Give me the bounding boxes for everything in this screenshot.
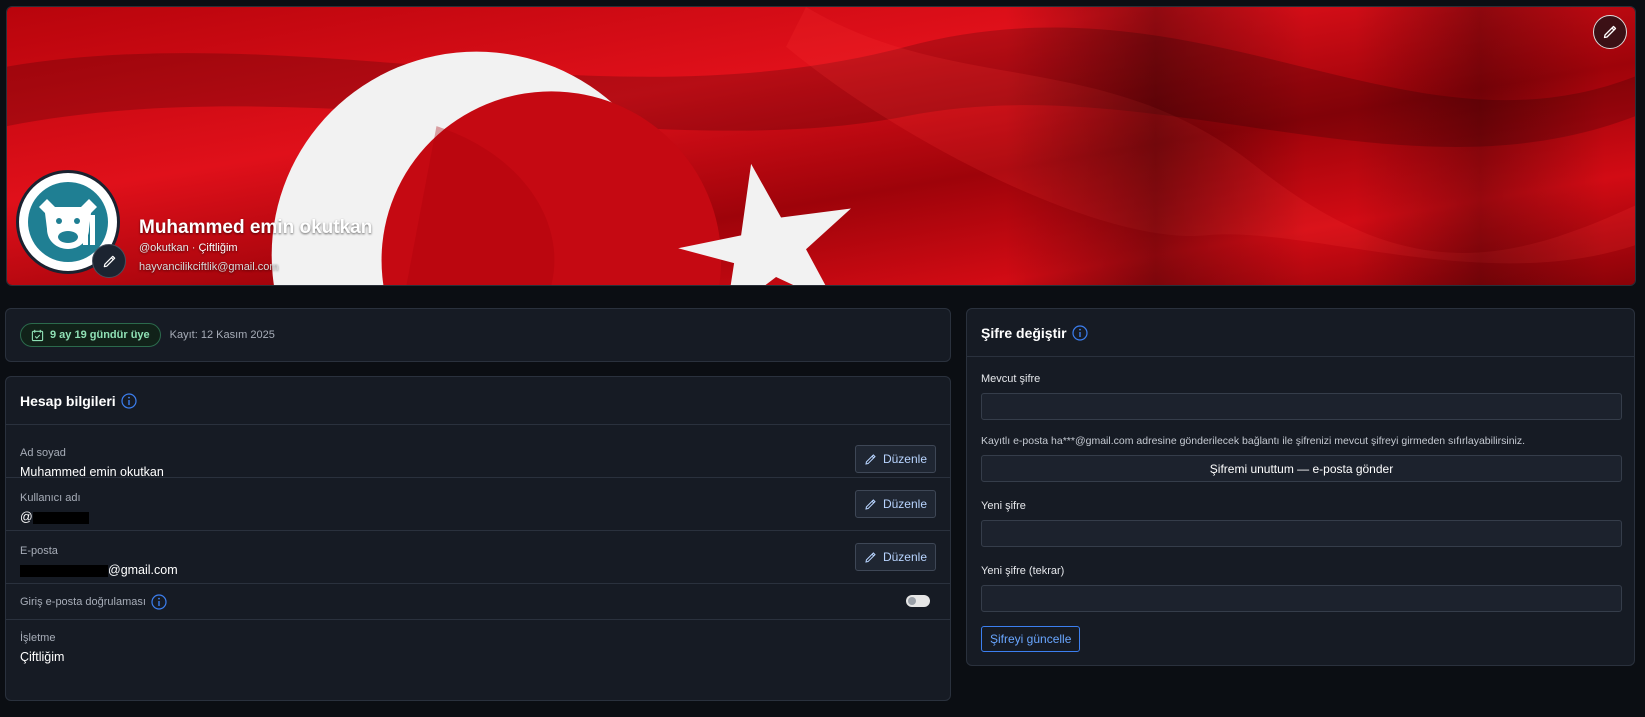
repeat-password-label: Yeni şifre (tekrar) [981,565,1065,577]
account-card-header: Hesap bilgileri [6,377,950,425]
email-row: E-posta @gmail.com Düzenle [6,531,950,584]
login-verification-row: Giriş e-posta doğrulaması [6,584,950,620]
membership-badge: 9 ay 19 gündür üye [20,323,161,347]
edit-label: Düzenle [882,452,927,466]
fullname-label: Ad soyad [20,447,66,459]
business-label: İşletme [20,632,56,644]
login-verification-toggle[interactable] [906,595,930,607]
update-password-button[interactable]: Şifreyi güncelle [981,626,1081,652]
repeat-password-input[interactable] [981,585,1622,612]
reset-hint: Kayıtlı e-posta ha***@gmail.com adresine… [981,435,1526,447]
email-label: E-posta [20,545,58,557]
business-row: İşletme Çiftliğim [6,620,950,686]
profile-name: Muhammed emin okutkan [139,217,373,238]
fullname-value: Muhammed emin okutkan [20,465,164,479]
avatar-edit-button[interactable] [92,244,126,278]
redacted-email-local [20,564,108,577]
fullname-row: Ad soyad Muhammed emin okutkan Düzenle [6,425,950,479]
pencil-icon [103,255,115,267]
username-value: @ [20,510,950,524]
membership-duration: 9 ay 19 gündür üye [50,329,150,341]
edit-fullname-button[interactable]: Düzenle [854,445,936,473]
registration-date: Kayıt: 12 Kasım 2025 [169,329,275,341]
avatar-container [16,170,126,278]
forgot-password-button[interactable]: Şifremi unuttum — e-posta gönder [981,455,1622,482]
pencil-icon [865,551,876,563]
edit-label: Düzenle [882,497,927,511]
password-form: Mevcut şifre Kayıtlı e-posta ha***@gmail… [967,357,1634,668]
info-icon[interactable] [121,392,137,409]
profile-email: hayvancilikciftlik@gmail.com [139,261,279,273]
password-card-title: Şifre değiştir [981,324,1067,341]
edit-email-button[interactable]: Düzenle [854,543,936,571]
business-value: Çiftliğim [20,650,65,664]
info-icon[interactable] [151,593,167,610]
current-password-label: Mevcut şifre [981,373,1041,385]
edit-username-button[interactable]: Düzenle [854,490,936,518]
account-info-card: Hesap bilgileri Ad soyad Muhammed emin o… [5,376,951,701]
edit-label: Düzenle [882,550,927,564]
profile-username: @okutkan [139,242,189,254]
current-password-input[interactable] [981,393,1622,420]
profile-username-line: @okutkan · Çiftliğim [139,242,372,254]
calendar-check-icon [31,329,44,341]
pencil-icon [865,498,876,510]
new-password-label: Yeni şifre [981,500,1026,512]
username-row: Kullanıcı adı @ Düzenle [6,478,950,531]
banner-edit-button[interactable] [1593,15,1627,49]
username-label: Kullanıcı adı [20,492,81,504]
info-icon[interactable] [1071,324,1088,341]
membership-card: 9 ay 19 gündür üye Kayıt: 12 Kasım 2025 [5,308,951,362]
pencil-icon [1603,25,1617,39]
profile-summary: Muhammed emin okutkan @okutkan · Çiftliğ… [139,217,372,273]
password-card-header: Şifre değiştir [967,309,1634,357]
login-verification-label: Giriş e-posta doğrulaması [20,595,146,608]
email-suffix: @gmail.com [108,563,178,577]
username-prefix: @ [20,510,33,524]
redacted-username [32,511,89,524]
account-card-title: Hesap bilgileri [20,392,116,409]
email-value: @gmail.com [20,563,950,577]
new-password-input[interactable] [981,520,1622,547]
profile-business: Çiftliğim [198,242,238,254]
change-password-card: Şifre değiştir Mevcut şifre Kayıtlı e-po… [966,308,1635,666]
pencil-icon [865,453,876,465]
